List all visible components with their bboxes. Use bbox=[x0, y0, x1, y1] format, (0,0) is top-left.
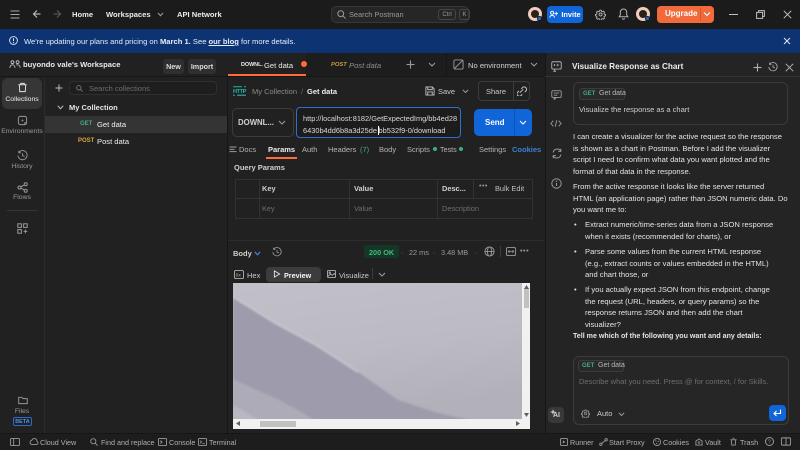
svg-text:HTTP: HTTP bbox=[233, 89, 247, 95]
svg-text:0x: 0x bbox=[236, 272, 242, 278]
svg-text:?: ? bbox=[768, 440, 771, 446]
